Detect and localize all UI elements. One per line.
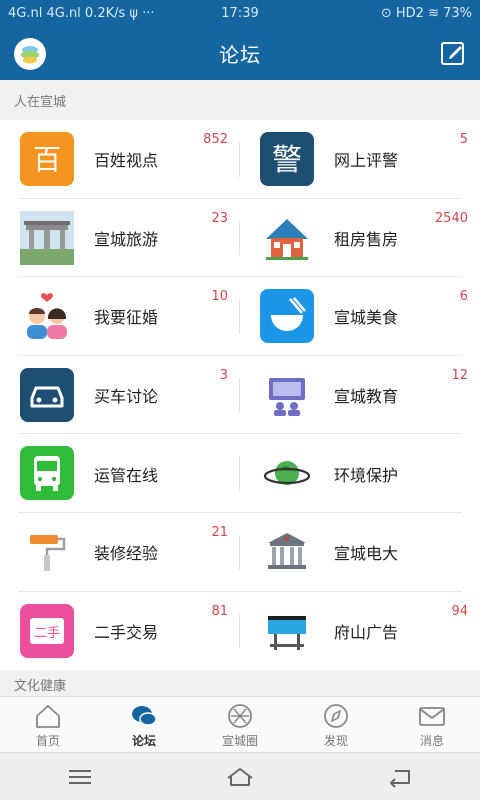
tab-label: 宣城圈 [221, 734, 258, 748]
status-signal-text: 4G.nl 4G.nl 0.2K/s ψ ··· [8, 5, 155, 21]
home-icon [36, 705, 60, 728]
classroom-icon [269, 377, 305, 416]
forum-item-count: 21 [211, 524, 228, 540]
forum-item-count: 6 [459, 289, 468, 305]
forum-item-label: 百姓视点 [94, 151, 159, 171]
car-icon [20, 367, 74, 422]
grid-row: 宣城旅游 23 租房售房 2540 [0, 199, 480, 278]
couple-icon [27, 293, 67, 340]
forum-item-marriage[interactable]: 我要征婚 10 [0, 277, 240, 356]
forum-item-label: 宣城旅游 [94, 229, 159, 249]
forum-item-rental[interactable]: 租房售房 2540 [240, 199, 480, 278]
forum-item-count: 2540 [434, 210, 468, 226]
status-battery-text: ⊙ HD2 ≋ 73% [380, 5, 472, 21]
forum-item-label: 装修经验 [94, 544, 159, 564]
bai-icon-text: 百 [33, 143, 61, 176]
section-title: 文化健康 [14, 679, 67, 694]
forum-item-label: 运管在线 [94, 465, 159, 485]
gate-icon [20, 210, 74, 265]
university-icon [268, 532, 306, 569]
grid-row: 百 百姓视点 852 警 网上评警 5 [0, 120, 480, 199]
bai-icon: 百 [20, 132, 74, 186]
compass-icon [324, 704, 348, 728]
forum-item-transport[interactable]: 运管在线 [0, 434, 240, 513]
forum-item-cars[interactable]: 买车讨论 3 [0, 356, 240, 435]
forum-item-count: 23 [211, 210, 228, 226]
mail-icon [419, 707, 445, 726]
section-title: 人在宣城 [14, 94, 67, 110]
forum-item-ads[interactable]: 府山广告 94 [240, 592, 480, 671]
planet-icon [263, 461, 311, 486]
tab-label: 消息 [419, 734, 444, 748]
tab-label: 首页 [35, 734, 60, 748]
tab-messages[interactable]: 消息 [384, 697, 480, 752]
forum-item-label: 网上评警 [334, 151, 399, 171]
grid-row: 运管在线 环境保护 [0, 434, 480, 513]
secondhand-icon: 二手 [20, 603, 74, 658]
home-nav-icon[interactable] [225, 766, 255, 788]
forum-item-secondhand[interactable]: 二手 二手交易 81 [0, 592, 240, 671]
forum-item-tvu[interactable]: 宣城电大 [240, 513, 480, 592]
compose-icon[interactable] [440, 40, 466, 66]
grid-row: 我要征婚 10 宣城美食 6 [0, 277, 480, 356]
bottom-tab-bar: 首页 论坛 宣城圈 发现 消息 [0, 696, 480, 752]
forum-item-count: 94 [451, 603, 468, 619]
status-time: 17:39 [221, 5, 259, 21]
bus-icon [20, 446, 74, 501]
tab-label: 论坛 [131, 734, 156, 748]
forum-item-count: 5 [459, 132, 468, 147]
forum-item-police[interactable]: 警 网上评警 5 [240, 120, 480, 199]
forum-item-education[interactable]: 宣城教育 12 [240, 356, 480, 435]
forum-item-label: 宣城美食 [334, 308, 399, 328]
tab-home[interactable]: 首页 [0, 697, 96, 752]
forum-item-count: 10 [211, 289, 228, 305]
paint-roller-icon [30, 534, 66, 571]
tab-circle[interactable]: 宣城圈 [192, 697, 288, 752]
tab-discover[interactable]: 发现 [288, 697, 384, 752]
forum-item-count: 81 [211, 603, 228, 619]
forum-item-label: 买车讨论 [94, 387, 159, 407]
bowl-icon [260, 289, 314, 344]
forum-item-label: 二手交易 [94, 622, 159, 642]
forum-item-count: 852 [203, 132, 228, 147]
menu-icon[interactable] [65, 766, 95, 788]
forum-item-food[interactable]: 宣城美食 6 [240, 277, 480, 356]
forum-item-label: 宣城电大 [334, 544, 399, 564]
forum-item-travel[interactable]: 宣城旅游 23 [0, 199, 240, 278]
forum-item-label: 我要征婚 [94, 308, 159, 328]
forum-item-label: 府山广告 [334, 622, 399, 642]
forum-item-label: 宣城教育 [334, 387, 399, 407]
grid-row: 二手 二手交易 81 府山广告 94 [0, 592, 480, 671]
forum-item-decoration[interactable]: 装修经验 21 [0, 513, 240, 592]
forum-item-label: 租房售房 [334, 229, 399, 249]
tab-forum[interactable]: 论坛 [96, 697, 192, 752]
forum-item-count: 12 [451, 367, 468, 383]
section-header-people: 人在宣城 [0, 80, 480, 120]
forum-item-count: 3 [219, 367, 228, 383]
jing-icon-text: 警 [272, 143, 302, 178]
house-icon [266, 218, 308, 260]
forum-item-baixing[interactable]: 百 百姓视点 852 [0, 120, 240, 199]
status-bar: 4G.nl 4G.nl 0.2K/s ψ ··· 17:39 ⊙ HD2 ≋ 7… [0, 0, 480, 26]
forum-grid: 百 百姓视点 852 警 网上评警 5 宣城旅游 23 租房售房 2540 我要… [0, 120, 480, 670]
grid-row: 买车讨论 3 宣城教育 12 [0, 356, 480, 435]
forum-item-label: 环境保护 [334, 465, 399, 485]
section-header-culture: 文化健康 [0, 670, 480, 696]
tab-label: 发现 [323, 734, 348, 748]
grid-row: 装修经验 21 宣城电大 [0, 513, 480, 592]
app-header: 论坛 [0, 26, 480, 80]
aperture-icon [228, 704, 252, 728]
secondhand-icon-text: 二手 [34, 626, 60, 641]
back-icon[interactable] [385, 766, 415, 788]
billboard-icon [268, 615, 306, 650]
chat-icon [132, 706, 157, 726]
app-logo-icon[interactable] [14, 38, 46, 70]
jing-icon: 警 [260, 132, 314, 186]
system-nav-bar [0, 752, 480, 800]
page-title: 论坛 [219, 42, 261, 67]
forum-item-environment[interactable]: 环境保护 [240, 434, 480, 513]
